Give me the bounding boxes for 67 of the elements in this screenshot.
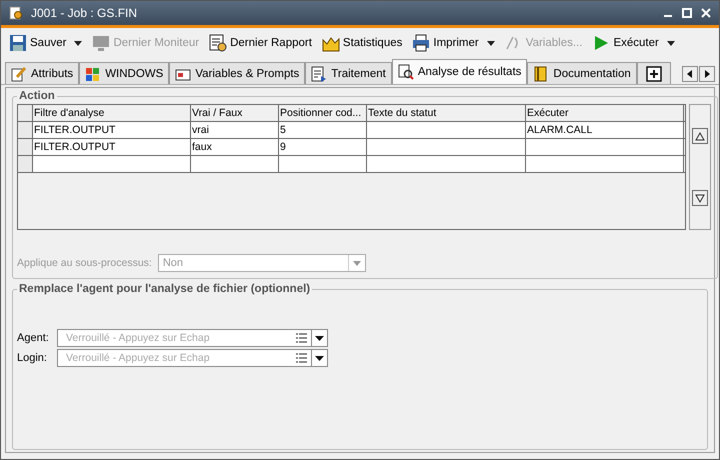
dropdown-button[interactable] bbox=[311, 350, 327, 366]
toolbar-button[interactable]: Exécuter bbox=[588, 32, 679, 54]
right-arrow-icon bbox=[703, 70, 711, 78]
column-header[interactable]: Positionner cod... bbox=[279, 105, 367, 121]
toolbar-button[interactable]: Dernier Rapport bbox=[205, 32, 316, 54]
monitor-icon bbox=[92, 34, 110, 52]
tab[interactable]: Variables & Prompts bbox=[169, 62, 306, 84]
maximize-icon[interactable] bbox=[682, 8, 692, 18]
table-cell: FILTER.OUTPUT bbox=[33, 139, 191, 155]
book-icon bbox=[533, 66, 550, 82]
caret-icon[interactable] bbox=[666, 40, 675, 46]
tab[interactable]: Documentation bbox=[527, 62, 637, 84]
document-icon bbox=[311, 66, 328, 82]
caret-icon[interactable] bbox=[74, 40, 82, 46]
play-icon bbox=[592, 34, 610, 52]
windows-flag-icon bbox=[85, 66, 102, 82]
tab[interactable]: Traitement bbox=[305, 62, 392, 84]
field-label: Applique au sous-processus: bbox=[17, 257, 152, 269]
group-title: Remplace l'agent pour l'analyse de fichier (optionnel) bbox=[18, 283, 312, 295]
left-arrow-icon bbox=[686, 70, 694, 78]
column-header[interactable]: Exécuter bbox=[526, 105, 684, 121]
scroll-right-button[interactable] bbox=[699, 66, 715, 82]
column-header[interactable]: Texte du statut bbox=[367, 105, 526, 121]
input-field[interactable]: Verrouillé - Appuyez sur Echap bbox=[58, 351, 292, 365]
close-icon[interactable] bbox=[701, 8, 711, 18]
column-header[interactable]: Filtre d'analyse bbox=[33, 105, 191, 121]
report-icon bbox=[209, 34, 228, 52]
up-triangle-icon bbox=[695, 132, 705, 140]
window-title: J001 - Job : GS.FIN bbox=[31, 6, 138, 20]
move-down-button[interactable] bbox=[692, 190, 708, 206]
column-header[interactable]: Vrai / Faux bbox=[191, 105, 279, 121]
table-cell: FILTER.OUTPUT bbox=[33, 122, 191, 138]
input-field[interactable]: Verrouillé - Appuyez sur Echap bbox=[58, 331, 292, 345]
down-triangle-icon bbox=[695, 194, 705, 202]
plus-icon bbox=[646, 66, 662, 82]
combo-field[interactable]: Verrouillé - Appuyez sur Echap bbox=[57, 329, 328, 347]
caret-icon bbox=[315, 356, 324, 360]
dropdown-button[interactable] bbox=[311, 330, 327, 346]
group-title: Action bbox=[18, 90, 56, 102]
toolbar-button[interactable]: Imprimer bbox=[408, 32, 499, 54]
tab[interactable]: WINDOWS bbox=[79, 62, 170, 84]
caret-icon bbox=[315, 336, 324, 340]
pencil-icon bbox=[11, 66, 27, 82]
table-cell: 5 bbox=[279, 122, 367, 138]
scroll-left-button[interactable] bbox=[682, 66, 698, 82]
row-header[interactable] bbox=[18, 139, 33, 155]
add-tab-button[interactable] bbox=[636, 62, 671, 84]
list-icon[interactable] bbox=[296, 353, 307, 363]
printer-icon bbox=[412, 34, 430, 52]
combo-field[interactable]: Verrouillé - Appuyez sur Echap bbox=[57, 349, 328, 367]
list-icon[interactable] bbox=[296, 333, 307, 343]
tab[interactable]: Attributs bbox=[5, 62, 80, 84]
row-header[interactable] bbox=[18, 156, 33, 172]
table-cell: vrai bbox=[191, 122, 279, 138]
row-header[interactable] bbox=[18, 122, 33, 138]
caret-icon[interactable] bbox=[486, 40, 495, 46]
table-cell: 9 bbox=[279, 139, 367, 155]
table-cell: ALARM.CALL bbox=[526, 122, 684, 138]
field-label: Agent: bbox=[17, 332, 50, 344]
caret-icon bbox=[352, 260, 361, 266]
magnifier-icon bbox=[398, 64, 414, 80]
field-label: Login: bbox=[17, 352, 48, 364]
table-cell: faux bbox=[191, 139, 279, 155]
toolbar-button[interactable]: Statistiques bbox=[318, 32, 406, 54]
toolbar-button[interactable]: Sauver bbox=[5, 32, 86, 54]
move-up-button[interactable] bbox=[692, 128, 708, 144]
tab[interactable]: Analyse de résultats bbox=[392, 59, 528, 84]
